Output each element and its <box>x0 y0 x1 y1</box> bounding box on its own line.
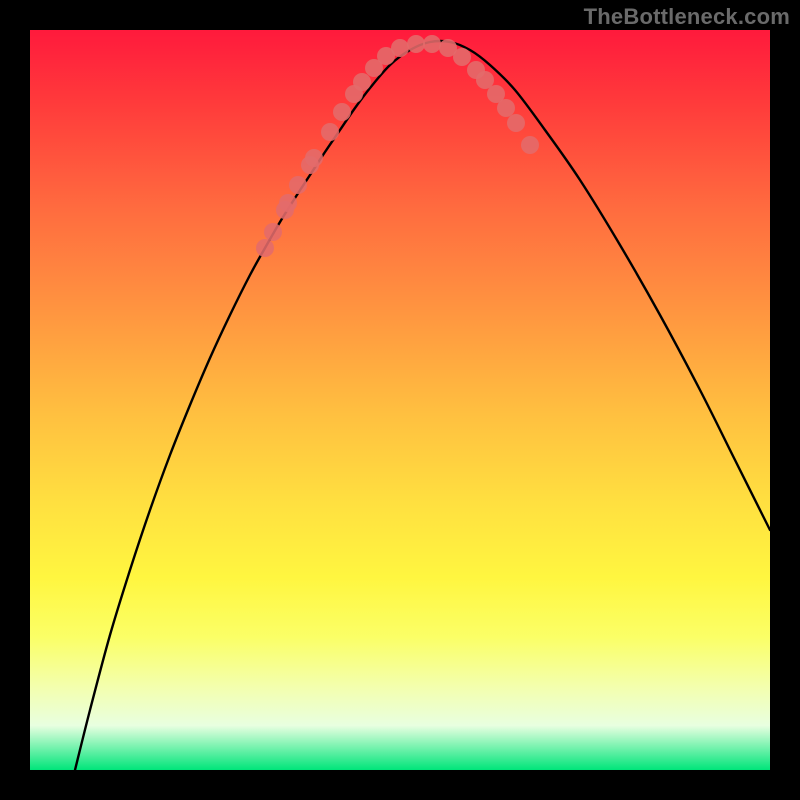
marker-dot <box>289 176 307 194</box>
marker-dot <box>256 239 274 257</box>
marker-dots <box>256 35 539 257</box>
marker-dot <box>453 48 471 66</box>
marker-dot <box>264 223 282 241</box>
marker-dot <box>423 35 441 53</box>
marker-dot <box>333 103 351 121</box>
chart-svg <box>30 30 770 770</box>
marker-dot <box>507 114 525 132</box>
marker-dot <box>407 35 425 53</box>
marker-dot <box>391 39 409 57</box>
marker-dot <box>521 136 539 154</box>
bottleneck-curve <box>75 41 770 770</box>
watermark-text: TheBottleneck.com <box>584 4 790 30</box>
marker-dot <box>476 71 494 89</box>
plot-area <box>30 30 770 770</box>
chart-frame: TheBottleneck.com <box>0 0 800 800</box>
marker-dot <box>497 99 515 117</box>
marker-dot <box>321 123 339 141</box>
marker-dot <box>279 194 297 212</box>
marker-dot <box>305 149 323 167</box>
marker-dot <box>353 73 371 91</box>
